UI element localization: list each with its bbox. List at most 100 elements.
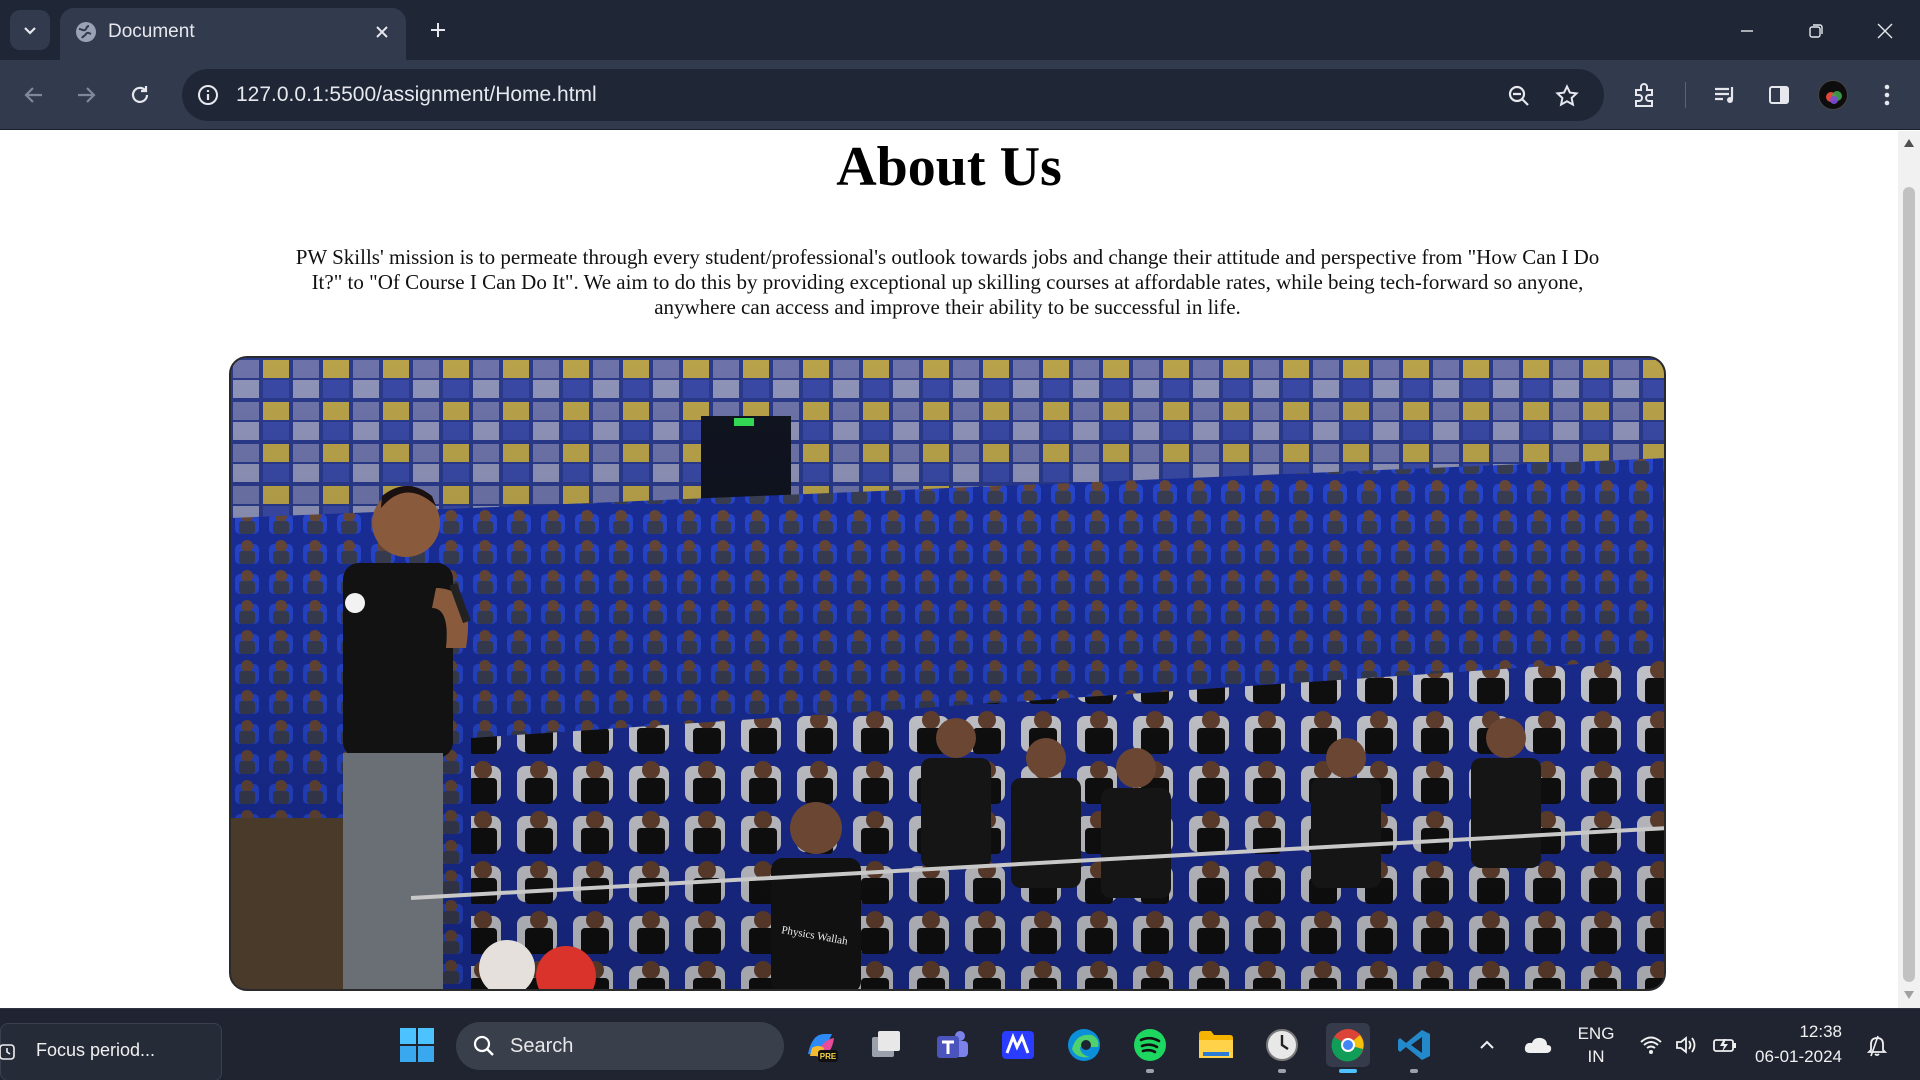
chrome-menu-button[interactable] <box>1870 78 1904 112</box>
tab-title: Document <box>108 21 195 42</box>
search-icon <box>473 1035 494 1056</box>
clock-date[interactable]: 06-01-2024 <box>1744 1047 1842 1067</box>
close-window-button[interactable] <box>1868 14 1902 48</box>
chevron-down-icon <box>24 27 36 35</box>
speaker-icon <box>1676 1036 1696 1054</box>
wifi-icon <box>1640 1036 1662 1054</box>
profile-image <box>1826 91 1842 104</box>
taskbar-chrome[interactable] <box>1326 1023 1370 1073</box>
taskbar-vscode[interactable] <box>1392 1023 1436 1073</box>
tab-search-button[interactable] <box>10 10 50 50</box>
bell-icon <box>1866 1035 1888 1057</box>
taskbar-task-view[interactable] <box>864 1023 908 1067</box>
zoom-out-icon <box>1508 85 1529 106</box>
arrow-left-icon <box>24 87 42 103</box>
zoom-button[interactable] <box>1504 81 1534 111</box>
queue-music-icon <box>1715 87 1734 103</box>
running-indicator <box>1278 1069 1286 1073</box>
minimize-button[interactable] <box>1730 14 1764 48</box>
volume-status[interactable] <box>1670 1023 1704 1067</box>
taskbar-search[interactable]: Search <box>456 1022 784 1070</box>
wifi-status[interactable] <box>1634 1023 1668 1067</box>
language-indicator[interactable]: ENG <box>1576 1024 1616 1044</box>
teams-icon <box>937 1031 968 1058</box>
clock-icon <box>1266 1029 1298 1061</box>
page-heading: About Us <box>836 136 1062 198</box>
extensions-button[interactable] <box>1628 78 1662 112</box>
clock-time[interactable]: 12:38 <box>1754 1022 1842 1042</box>
restore-button[interactable] <box>1799 14 1833 48</box>
side-panel-button[interactable] <box>1762 78 1796 112</box>
toolbar-separator <box>1685 82 1686 108</box>
about-paragraph: PW Skills' mission is to permeate throug… <box>295 245 1600 319</box>
minimize-icon <box>1741 30 1753 32</box>
tab-document[interactable]: Document <box>60 8 406 60</box>
taskbar-app-m[interactable] <box>996 1023 1040 1067</box>
running-indicator <box>1410 1069 1418 1073</box>
browser-toolbar: 127.0.0.1:5500/assignment/Home.html <box>0 60 1920 130</box>
more-vert-icon <box>1884 84 1890 106</box>
side-panel-icon <box>1769 86 1789 104</box>
taskbar-copilot[interactable]: PRE <box>799 1023 843 1067</box>
windows-logo-icon <box>400 1028 434 1062</box>
auditorium-photo: Physics Wallah <box>231 358 1664 989</box>
back-button[interactable] <box>16 77 52 113</box>
edge-icon <box>1068 1029 1100 1061</box>
taskbar-spotify[interactable] <box>1128 1023 1172 1073</box>
chrome-icon <box>1331 1029 1364 1062</box>
info-icon <box>198 85 218 105</box>
focus-label: Focus period... <box>36 1040 156 1060</box>
battery-charging-icon <box>1713 1039 1736 1052</box>
media-controls-button[interactable] <box>1708 78 1742 112</box>
start-button[interactable] <box>395 1023 439 1067</box>
copilot-icon: PRE <box>808 1034 838 1062</box>
bookmark-button[interactable] <box>1552 81 1582 111</box>
site-info-button[interactable] <box>194 81 222 109</box>
chevron-up-icon <box>1480 1040 1494 1049</box>
task-view-icon <box>872 1031 900 1057</box>
tab-close-button[interactable] <box>370 20 394 44</box>
taskbar-teams[interactable] <box>930 1023 974 1067</box>
scroll-down-arrow[interactable] <box>1903 989 1915 1001</box>
close-icon <box>1877 23 1893 39</box>
triangle-up-icon <box>1904 139 1914 147</box>
folder-icon <box>1199 1031 1233 1058</box>
taskbar-clock-app[interactable] <box>1260 1023 1304 1073</box>
focus-session-widget[interactable]: Focus period... <box>0 1023 222 1080</box>
scroll-up-arrow[interactable] <box>1903 137 1915 149</box>
page-scrollbar[interactable] <box>1898 131 1920 1008</box>
reload-icon <box>131 86 149 103</box>
onedrive-button[interactable] <box>1520 1023 1556 1067</box>
profile-avatar[interactable] <box>1818 80 1848 110</box>
notifications-button[interactable] <box>1860 1023 1894 1067</box>
battery-status[interactable] <box>1708 1023 1742 1067</box>
new-tab-button[interactable] <box>424 16 452 44</box>
triangle-down-icon <box>1904 991 1914 999</box>
active-indicator <box>1339 1069 1357 1073</box>
puzzle-icon <box>1635 83 1653 107</box>
star-icon <box>1555 84 1579 107</box>
reload-button[interactable] <box>122 77 158 113</box>
show-hidden-icons-button[interactable] <box>1470 1023 1504 1067</box>
scroll-thumb[interactable] <box>1903 187 1915 982</box>
focus-timer-icon <box>0 1044 15 1060</box>
globe-icon <box>76 22 96 42</box>
taskbar-file-explorer[interactable] <box>1194 1023 1238 1067</box>
browser-tabstrip: Document <box>0 0 1920 60</box>
arrow-right-icon <box>78 87 96 103</box>
plus-icon <box>431 23 445 37</box>
close-icon <box>376 26 388 38</box>
page-viewport: About Us PW Skills' mission is to permea… <box>0 131 1898 1008</box>
forward-button[interactable] <box>68 77 104 113</box>
restore-icon <box>1809 24 1823 38</box>
vscode-icon <box>1398 1030 1430 1060</box>
search-label: Search <box>510 1035 574 1057</box>
url-text: 127.0.0.1:5500/assignment/Home.html <box>236 83 597 106</box>
spotify-icon <box>1134 1029 1166 1061</box>
hero-image: Physics Wallah <box>229 356 1666 991</box>
app-m-icon <box>1002 1031 1034 1059</box>
address-bar[interactable]: 127.0.0.1:5500/assignment/Home.html <box>182 69 1604 121</box>
windows-taskbar: Focus period... Search PRE ENG IN 12:38 … <box>0 1008 1920 1080</box>
region-indicator[interactable]: IN <box>1576 1047 1616 1067</box>
taskbar-edge[interactable] <box>1062 1023 1106 1067</box>
